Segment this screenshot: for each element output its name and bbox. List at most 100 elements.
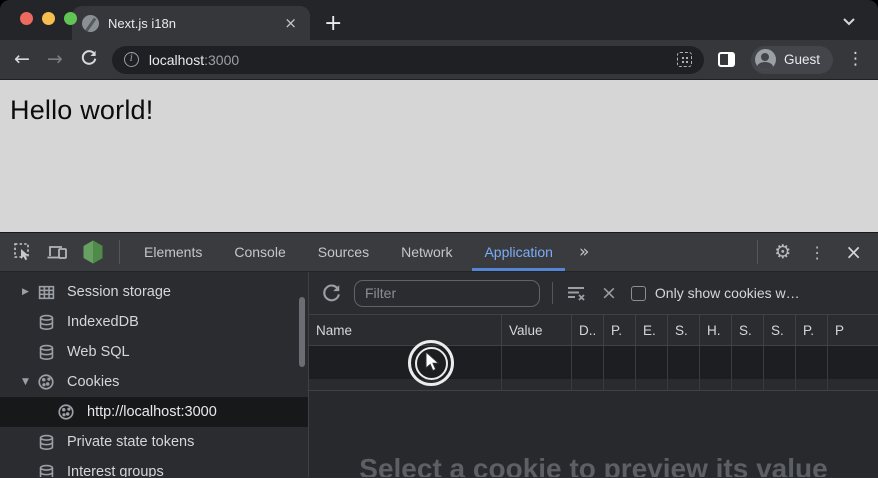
- database-icon: [36, 312, 56, 332]
- devtools-menu-icon[interactable]: ⋮: [809, 243, 825, 262]
- sidebar-item-interest-groups[interactable]: Interest groups: [0, 457, 308, 477]
- sidebar-item-session-storage[interactable]: ▶ Session storage: [0, 277, 308, 307]
- cookies-table-empty-row[interactable]: [309, 346, 878, 379]
- column-header-priority[interactable]: P: [828, 315, 878, 345]
- tree-collapsed-icon[interactable]: ▶: [22, 287, 36, 297]
- only-show-cookies-checkbox[interactable]: [631, 286, 646, 301]
- cell: [668, 346, 700, 379]
- refresh-cookies-icon[interactable]: [321, 283, 342, 304]
- device-toolbar-icon[interactable]: [46, 242, 68, 262]
- browser-menu-icon[interactable]: ⋮: [847, 51, 864, 68]
- zoom-window-button[interactable]: [64, 12, 77, 25]
- nextjs-favicon-icon: [82, 15, 99, 32]
- url-host: localhost: [149, 52, 204, 68]
- tab-sources[interactable]: Sources: [302, 233, 385, 271]
- tab-console[interactable]: Console: [218, 233, 301, 271]
- side-panel-icon[interactable]: [718, 52, 735, 67]
- devtools-close-icon[interactable]: ×: [845, 242, 862, 262]
- browser-tab[interactable]: Next.js i18n ×: [72, 6, 310, 40]
- toolbar-divider: [552, 282, 553, 304]
- sidebar-item-private-state-tokens[interactable]: Private state tokens: [0, 427, 308, 457]
- table-icon: [36, 282, 56, 302]
- profile-button[interactable]: Guest: [751, 46, 833, 74]
- address-toolbar: ← → i localhost:3000 Guest ⋮: [0, 40, 878, 80]
- cell: [636, 379, 668, 390]
- cell: [502, 379, 572, 390]
- column-header-size[interactable]: S.: [668, 315, 700, 345]
- share-hub-icon[interactable]: [677, 52, 692, 67]
- sidebar-item-cookies[interactable]: ▼ Cookies: [0, 367, 308, 397]
- column-header-value[interactable]: Value: [502, 315, 572, 345]
- cookies-table-header: Name Value D.. P. E. S. H. S. S. P. P: [309, 315, 878, 346]
- cookie-preview-pane: Select a cookie to preview its value: [309, 390, 878, 477]
- site-info-icon[interactable]: i: [124, 52, 139, 67]
- settings-gear-icon[interactable]: ⚙: [774, 241, 791, 263]
- filter-input[interactable]: [354, 280, 540, 307]
- more-panels-icon[interactable]: »: [569, 233, 599, 271]
- tree-expanded-icon[interactable]: ▼: [22, 377, 36, 387]
- column-header-samesite[interactable]: S.: [764, 315, 796, 345]
- column-header-domain[interactable]: D..: [572, 315, 604, 345]
- new-tab-button[interactable]: +: [324, 13, 342, 35]
- clear-all-cookies-icon[interactable]: [565, 283, 587, 303]
- column-header-path[interactable]: P.: [604, 315, 636, 345]
- cell: [309, 379, 502, 390]
- cell: [668, 379, 700, 390]
- tab-elements[interactable]: Elements: [128, 233, 218, 271]
- column-header-partition[interactable]: P.: [796, 315, 828, 345]
- column-header-secure[interactable]: S.: [732, 315, 764, 345]
- minimize-window-button[interactable]: [42, 12, 55, 25]
- database-icon: [36, 462, 56, 477]
- cell: [828, 346, 878, 379]
- devtools-toolbar-right: ⚙ ⋮ ×: [757, 233, 878, 271]
- application-sidebar: ▶ Session storage IndexedDB: [0, 272, 309, 477]
- window-controls: [20, 12, 77, 25]
- sidebar-scrollbar[interactable]: [299, 297, 305, 367]
- tab-close-icon[interactable]: ×: [281, 14, 300, 32]
- cell: [309, 346, 502, 379]
- forward-icon[interactable]: →: [47, 50, 63, 69]
- column-header-name[interactable]: Name: [309, 315, 502, 345]
- sidebar-item-indexeddb[interactable]: IndexedDB: [0, 307, 308, 337]
- sidebar-item-web-sql[interactable]: Web SQL: [0, 337, 308, 367]
- page-viewport: Hello world!: [0, 80, 878, 232]
- only-show-cookies-label[interactable]: Only show cookies w…: [655, 285, 800, 301]
- tab-search-chevron-icon[interactable]: [842, 13, 856, 31]
- cell: [700, 346, 732, 379]
- cookies-panel: × Only show cookies w… Name Value D.. P.…: [309, 272, 878, 477]
- node-devtools-icon[interactable]: [81, 239, 105, 265]
- cell: [732, 379, 764, 390]
- cell: [732, 346, 764, 379]
- cookies-toolbar: × Only show cookies w…: [309, 272, 878, 315]
- cookie-icon: [36, 372, 56, 392]
- tab-application[interactable]: Application: [468, 233, 569, 271]
- sidebar-item-label: Private state tokens: [67, 434, 194, 450]
- sidebar-item-label: Session storage: [67, 284, 171, 300]
- page-heading: Hello world!: [10, 95, 878, 126]
- column-header-httponly[interactable]: H.: [700, 315, 732, 345]
- cell: [502, 346, 572, 379]
- cookie-preview-empty-message: Select a cookie to preview its value: [309, 453, 878, 477]
- sidebar-item-label: IndexedDB: [67, 314, 139, 330]
- back-icon[interactable]: ←: [14, 50, 30, 69]
- delete-selected-icon[interactable]: ×: [601, 284, 617, 303]
- url-port: :3000: [204, 52, 239, 68]
- devtools-toolbar: Elements Console Sources Network Applica…: [0, 233, 878, 272]
- database-icon: [36, 432, 56, 452]
- omnibox[interactable]: i localhost:3000: [112, 46, 704, 74]
- close-window-button[interactable]: [20, 12, 33, 25]
- tab-title: Next.js i18n: [108, 16, 281, 31]
- sidebar-item-localhost-cookies[interactable]: http://localhost:3000: [0, 397, 308, 427]
- cell: [636, 346, 668, 379]
- cell: [764, 346, 796, 379]
- inspect-element-icon[interactable]: [13, 242, 33, 262]
- cell: [700, 379, 732, 390]
- toolbar-divider: [119, 240, 120, 264]
- column-header-expires[interactable]: E.: [636, 315, 668, 345]
- cell: [572, 379, 604, 390]
- tab-network[interactable]: Network: [385, 233, 468, 271]
- database-icon: [36, 342, 56, 362]
- reload-icon[interactable]: [80, 49, 98, 71]
- cookies-table-empty-row[interactable]: [309, 379, 878, 390]
- sidebar-item-label: http://localhost:3000: [87, 404, 217, 420]
